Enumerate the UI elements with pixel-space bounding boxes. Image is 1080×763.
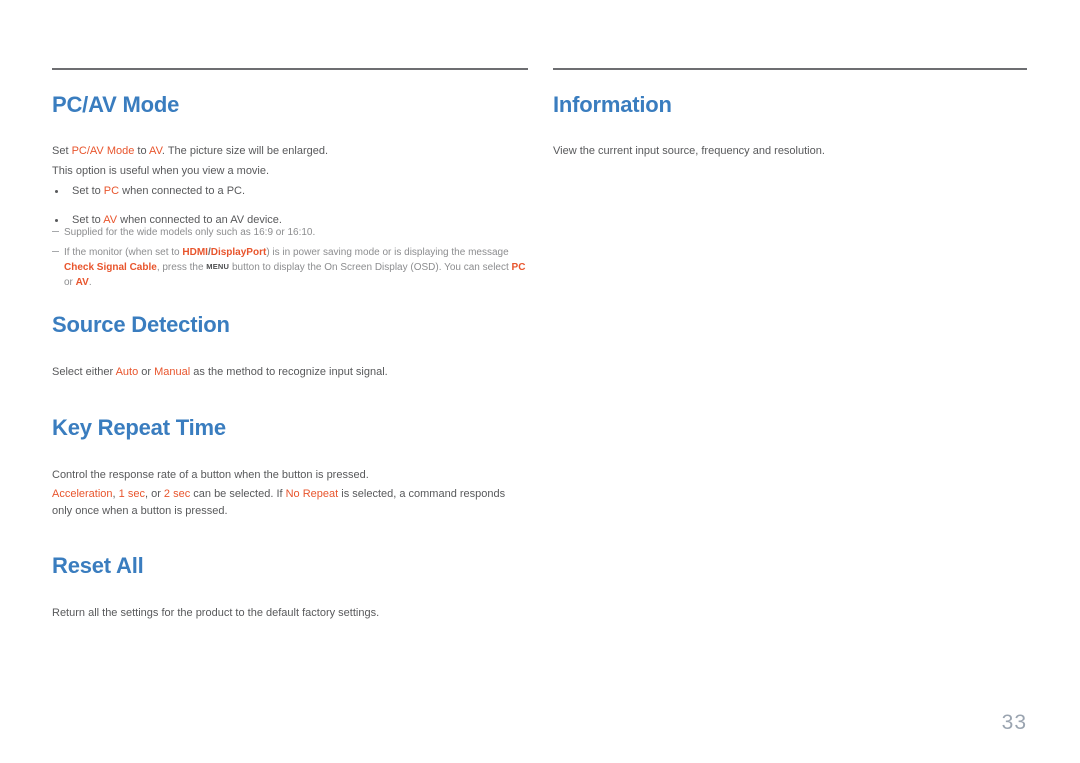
pc-av-mode-note-2: If the monitor (when set to HDMI/Display… [52, 245, 530, 290]
term-av: AV [149, 145, 162, 157]
key-repeat-time-paragraph-1: Control the response rate of a button wh… [52, 467, 528, 484]
section-information: Information [553, 92, 1027, 118]
text-fragment: If the monitor (when set to [64, 247, 183, 258]
term-pc: PC [103, 185, 120, 197]
text-fragment: button to display the On Screen Display … [229, 262, 512, 273]
term-av: AV [103, 213, 118, 226]
text-fragment: can be selected. If [190, 488, 286, 500]
section-title-reset-all: Reset All [52, 553, 144, 578]
term-auto: Auto [115, 366, 139, 378]
pc-av-mode-note-1: Supplied for the wide models only such a… [52, 225, 528, 240]
section-reset-all: Reset All [52, 553, 528, 579]
text-fragment: . [88, 277, 92, 288]
term-pc-av-mode: PC/AV Mode [71, 145, 135, 157]
text-fragment: , or [144, 488, 164, 500]
paragraph-text: This option is useful when you view a mo… [52, 165, 270, 177]
text-fragment: when connected to an AV device. [117, 213, 282, 226]
text-fragment: when connected to a PC. [119, 185, 246, 197]
source-detection-paragraph: Select either Auto or Manual as the meth… [52, 364, 528, 381]
list-item: Set to PC when connected to a PC. [52, 183, 528, 200]
text-fragment: . The picture size will be enlarged. [161, 145, 329, 157]
term-av: AV [75, 277, 89, 288]
section-title-source-detection: Source Detection [52, 312, 230, 337]
text-fragment: Select either [52, 366, 116, 378]
pc-av-mode-paragraph-2: This option is useful when you view a mo… [52, 163, 528, 180]
section-source-detection: Source Detection [52, 312, 528, 338]
text-fragment: ) is in power saving mode or is displayi… [266, 247, 509, 258]
section-title-pc-av-mode: PC/AV Mode [52, 92, 180, 117]
text-fragment: Set [52, 145, 72, 157]
term-2-sec: 2 sec [163, 488, 191, 500]
term-hdmi: HDMI [182, 247, 208, 258]
text-fragment: as the method to recognize input signal. [190, 366, 388, 378]
text-fragment: , press the [156, 262, 207, 273]
text-fragment: or [138, 366, 155, 378]
text-fragment: or [64, 277, 76, 288]
text-fragment: Set to [72, 185, 104, 197]
paragraph-text: View the current input source, frequency… [553, 145, 825, 157]
document-page: PC/AV Mode Set PC/AV Mode to AV. The pic… [0, 0, 1080, 763]
term-acceleration: Acceleration [52, 488, 113, 500]
term-manual: Manual [154, 366, 191, 378]
section-rule-left [52, 68, 528, 70]
paragraph-text: Control the response rate of a button wh… [52, 469, 369, 481]
section-pc-av-mode: PC/AV Mode [52, 92, 528, 118]
section-title-information: Information [553, 92, 672, 117]
note-text: Supplied for the wide models only such a… [52, 225, 528, 240]
pc-av-mode-bullet-list: Set to PC when connected to a PC. Set to… [52, 183, 528, 228]
page-number: 33 [1001, 711, 1027, 734]
term-no-repeat: No Repeat [285, 488, 339, 500]
section-rule-right [553, 68, 1027, 70]
menu-button-key: MENU [206, 262, 230, 271]
term-1-sec: 1 sec [118, 488, 145, 500]
key-repeat-time-paragraph-2: Acceleration, 1 sec, or 2 sec can be sel… [52, 486, 522, 519]
text-fragment: Set to [72, 213, 104, 226]
information-paragraph: View the current input source, frequency… [553, 143, 1027, 160]
term-displayport: DisplayPort [210, 247, 267, 258]
pc-av-mode-paragraph-1: Set PC/AV Mode to AV. The picture size w… [52, 143, 528, 160]
paragraph-text: Return all the settings for the product … [52, 607, 380, 619]
section-key-repeat-time: Key Repeat Time [52, 415, 528, 441]
text-fragment: to [134, 145, 150, 157]
term-check-signal-cable: Check Signal Cable [64, 262, 157, 273]
reset-all-paragraph: Return all the settings for the product … [52, 605, 528, 622]
term-pc: PC [511, 262, 526, 273]
section-title-key-repeat-time: Key Repeat Time [52, 415, 226, 440]
